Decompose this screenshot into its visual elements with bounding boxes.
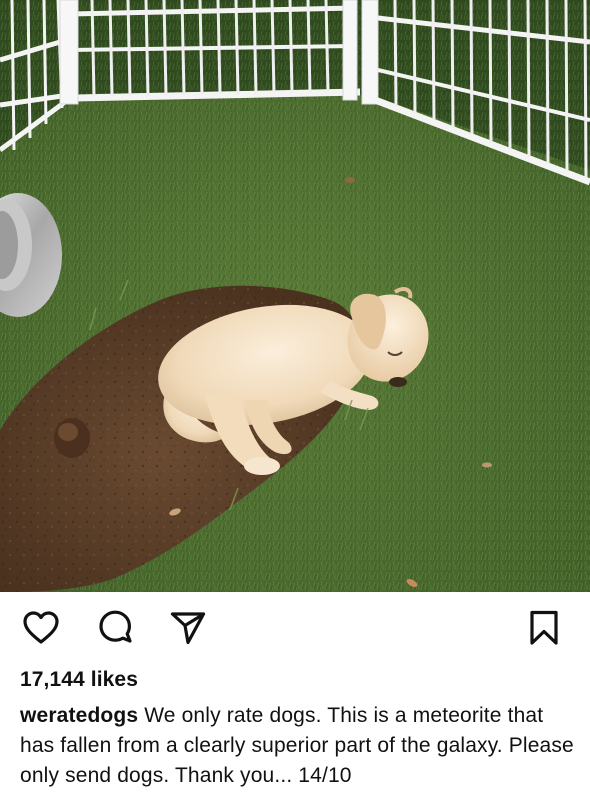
post-image[interactable] [0, 0, 590, 592]
comment-icon [99, 610, 132, 643]
post-actions [0, 592, 590, 662]
caption-username[interactable]: weratedogs [20, 704, 138, 727]
like-button[interactable] [21, 608, 61, 648]
save-button[interactable] [524, 608, 564, 648]
bookmark-icon [530, 610, 558, 645]
post-caption: weratedogs We only rate dogs. This is a … [20, 701, 580, 791]
share-button[interactable] [168, 608, 208, 648]
likes-count[interactable]: 17,144 likes [20, 668, 138, 692]
heart-icon [23, 611, 59, 644]
comment-button[interactable] [96, 608, 136, 648]
post-image-illustration [0, 0, 590, 592]
send-icon [170, 612, 206, 645]
